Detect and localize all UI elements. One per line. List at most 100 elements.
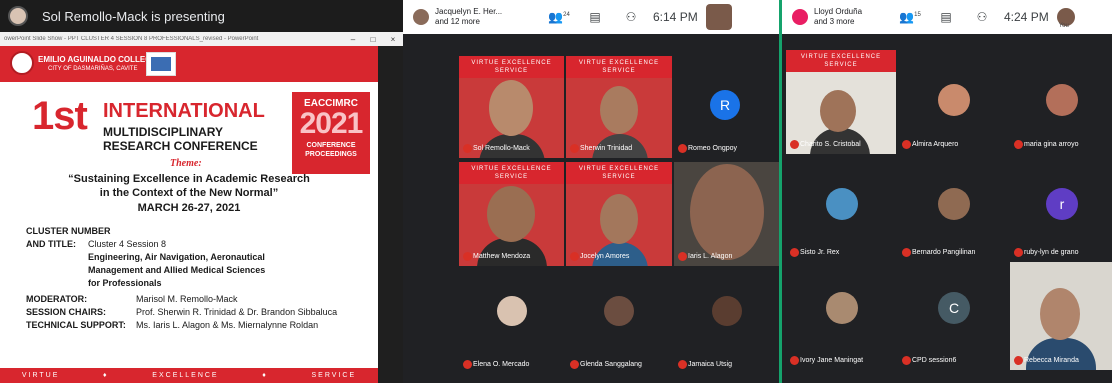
participant-tile[interactable]: Sisto Jr. Rex: [786, 158, 896, 262]
participant-tile[interactable]: Glenda Sanggalang: [566, 270, 672, 374]
tile-banner: VIRTUE EXCELLENCE SERVICE: [786, 50, 896, 72]
eaccimrc-sub2: PROCEEDINGS: [305, 151, 357, 158]
close-button[interactable]: ×: [383, 35, 403, 44]
speaker-names[interactable]: Lloyd Orduña and 3 more: [814, 7, 884, 27]
theme-label: Theme:: [170, 158, 202, 169]
participant-tile[interactable]: R Romeo Ongpoy: [674, 56, 779, 158]
slide-header: EMILIO AGUINALDO COLLEGE CITY OF DASMARI…: [0, 46, 378, 82]
mic-off-icon: [902, 140, 911, 149]
clock-time: 6:14 PM: [653, 10, 698, 24]
meet-panel-right: Lloyd Orduña and 3 more 👥15 ▤ ⚇ 4:24 PM …: [779, 0, 1112, 383]
cluster-number-label: CLUSTER NUMBER: [26, 226, 111, 236]
mic-off-icon: [463, 360, 472, 369]
self-view-thumbnail[interactable]: [705, 4, 732, 30]
participant-count: 24: [563, 12, 570, 18]
speaker-names[interactable]: Jacquelyn E. Her... and 12 more: [435, 7, 505, 27]
research-conference-title: RESEARCH CONFERENCE: [103, 139, 258, 153]
mic-off-icon: [790, 140, 799, 149]
session-chairs-value: Prof. Sherwin R. Trinidad & Dr. Brandon …: [136, 307, 338, 317]
participant-avatar: [938, 188, 970, 220]
participant-tile[interactable]: Rebecca Miranda: [1010, 262, 1112, 370]
participant-tile[interactable]: VIRTUE EXCELLENCE SERVICE Sol Remollo-Ma…: [459, 56, 564, 158]
mic-off-icon: [678, 144, 687, 153]
participant-tile[interactable]: Almira Arquero: [898, 50, 1008, 154]
participant-tile[interactable]: r ruby-lyn de grano: [1010, 158, 1112, 262]
participant-avatar: [1046, 84, 1078, 116]
presenter-avatar: [8, 6, 28, 26]
powerpoint-title: owerPoint Slide Show - PPT CLUSTER 4 SES…: [4, 36, 259, 42]
presenting-banner: Sol Remollo-Mack is presenting: [0, 0, 403, 32]
participant-name: Iaris L. Alagon: [688, 253, 733, 260]
participant-tile[interactable]: VIRTUE EXCELLENCE SERVICE Matthew Mendoz…: [459, 162, 564, 266]
tile-banner: VIRTUE EXCELLENCE SERVICE: [566, 56, 672, 78]
session-title-line-2: Management and Allied Medical Sciences: [88, 265, 266, 275]
moderator-label: MODERATOR:: [26, 294, 88, 304]
participant-name: Ivory Jane Maningat: [800, 357, 864, 364]
participant-tile[interactable]: Jamaica Utsig: [674, 270, 779, 374]
activities-icon[interactable]: ⚇: [613, 10, 649, 24]
participant-name: Bernardo Pangilinan: [912, 249, 976, 256]
clock-time: 4:24 PM: [1004, 10, 1049, 24]
mic-off-icon: [790, 356, 799, 365]
theme-line-1: “Sustaining Excellence in Academic Resea…: [68, 173, 310, 185]
participant-avatar: [826, 292, 858, 324]
footer-diamond-icon: ♦: [103, 372, 109, 379]
participant-name: Sol Remollo-Mack: [473, 145, 530, 152]
activities-icon[interactable]: ⚇: [964, 10, 1000, 24]
presentation-panel: Sol Remollo-Mack is presenting owerPoint…: [0, 0, 403, 383]
tile-banner: VIRTUE EXCELLENCE SERVICE: [566, 162, 672, 184]
people-icon[interactable]: 👥15: [892, 10, 928, 24]
college-name: EMILIO AGUINALDO COLLEGE: [38, 55, 157, 64]
restore-button[interactable]: □: [363, 35, 383, 44]
participant-avatar: [938, 84, 970, 116]
mic-off-icon: [463, 144, 472, 153]
participant-name: maria gina arroyo: [1024, 141, 1079, 148]
footer-excellence: EXCELLENCE: [152, 372, 219, 379]
presentation-slide: EMILIO AGUINALDO COLLEGE CITY OF DASMARI…: [0, 46, 378, 383]
session-title-line-1: Engineering, Air Navigation, Aeronautica…: [88, 252, 265, 262]
cluster-session-value: Cluster 4 Session 8: [88, 239, 167, 249]
eaccimrc-sub1: CONFERENCE: [306, 142, 356, 149]
participant-avatar: [826, 188, 858, 220]
participant-tile[interactable]: C CPD session6: [898, 266, 1008, 370]
participant-tile[interactable]: VIRTUE EXCELLENCE SERVICE Sherwin Trinid…: [566, 56, 672, 158]
certification-badge-icon: [146, 52, 176, 76]
chat-icon[interactable]: ▤: [577, 10, 613, 24]
speaker-avatar: [792, 9, 808, 25]
participant-name: Almira Arquero: [912, 141, 959, 148]
participant-tile[interactable]: Iaris L. Alagon: [674, 162, 779, 266]
participant-tile[interactable]: maria gina arroyo: [1010, 50, 1112, 154]
participant-tile[interactable]: Ivory Jane Maningat: [786, 266, 896, 370]
participant-name: Charito S. Cristobal: [800, 141, 861, 148]
meet-topbar-left: Jacquelyn E. Her... and 12 more 👥24 ▤ ⚇ …: [403, 0, 779, 34]
mic-off-icon: [790, 248, 799, 257]
participant-face: [1040, 288, 1080, 340]
participant-tile[interactable]: Bernardo Pangilinan: [898, 158, 1008, 262]
speaker-name: Jacquelyn E. Her...: [435, 7, 503, 16]
mic-off-icon: [678, 360, 687, 369]
participant-avatar: [497, 296, 527, 326]
participant-avatar: R: [710, 90, 740, 120]
mic-off-icon: [1014, 248, 1023, 257]
screenshot-root: Sol Remollo-Mack is presenting owerPoint…: [0, 0, 1112, 383]
participant-face: [489, 80, 533, 136]
participant-avatar: [712, 296, 742, 326]
participant-face: [600, 86, 638, 134]
participant-tile[interactable]: VIRTUE EXCELLENCE SERVICE Charito S. Cri…: [786, 50, 896, 154]
international-title: INTERNATIONAL: [103, 100, 265, 122]
participant-avatar: r: [1046, 188, 1078, 220]
people-icon[interactable]: 👥24: [541, 10, 577, 24]
mic-off-icon: [1014, 140, 1023, 149]
slide-footer: VIRTUE ♦ EXCELLENCE ♦ SERVICE: [0, 368, 378, 383]
multidisciplinary-title: MULTIDISCIPLINARY: [103, 125, 223, 139]
chat-icon[interactable]: ▤: [928, 10, 964, 24]
participant-tile[interactable]: VIRTUE EXCELLENCE SERVICE Jocelyn Amores: [566, 162, 672, 266]
participant-count: 15: [914, 12, 921, 18]
eaccimrc-badge: EACCIMRC 2021 CONFERENCE PROCEEDINGS: [292, 92, 370, 174]
minimize-button[interactable]: –: [343, 35, 363, 44]
participant-name: Matthew Mendoza: [473, 253, 531, 260]
participant-tile[interactable]: Elena O. Mercado: [459, 270, 564, 374]
participant-face: [600, 194, 638, 244]
mic-off-icon: [902, 248, 911, 257]
tile-banner: VIRTUE EXCELLENCE SERVICE: [459, 162, 564, 184]
